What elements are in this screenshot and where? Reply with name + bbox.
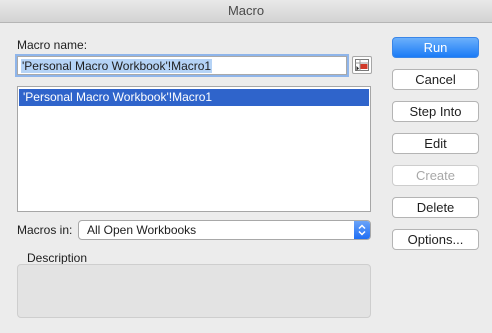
macros-in-label: Macros in: — [17, 223, 73, 237]
macros-in-select[interactable]: All Open Workbooks — [78, 220, 371, 240]
macro-list[interactable]: 'Personal Macro Workbook'!Macro1 — [17, 86, 371, 212]
delete-button[interactable]: Delete — [392, 197, 479, 218]
macro-name-value: 'Personal Macro Workbook'!Macro1 — [21, 59, 213, 73]
range-collapse-icon — [355, 59, 369, 71]
create-button: Create — [392, 165, 479, 186]
edit-button[interactable]: Edit — [392, 133, 479, 154]
macro-name-label: Macro name: — [17, 38, 88, 52]
list-item[interactable]: 'Personal Macro Workbook'!Macro1 — [19, 89, 369, 106]
cancel-button[interactable]: Cancel — [392, 69, 479, 90]
macro-name-input[interactable]: 'Personal Macro Workbook'!Macro1 — [15, 54, 349, 77]
range-collapse-button[interactable] — [352, 56, 372, 74]
run-button[interactable]: Run — [392, 37, 479, 58]
macros-in-value: All Open Workbooks — [87, 223, 197, 237]
options-button[interactable]: Options... — [392, 229, 479, 250]
window-title: Macro — [0, 0, 492, 23]
step-into-button[interactable]: Step Into — [392, 101, 479, 122]
updown-chevron-icon — [354, 221, 370, 239]
description-label: Description — [27, 251, 88, 265]
macro-dialog: Macro Macro name: 'Personal Macro Workbo… — [0, 0, 492, 333]
description-box — [17, 264, 371, 318]
